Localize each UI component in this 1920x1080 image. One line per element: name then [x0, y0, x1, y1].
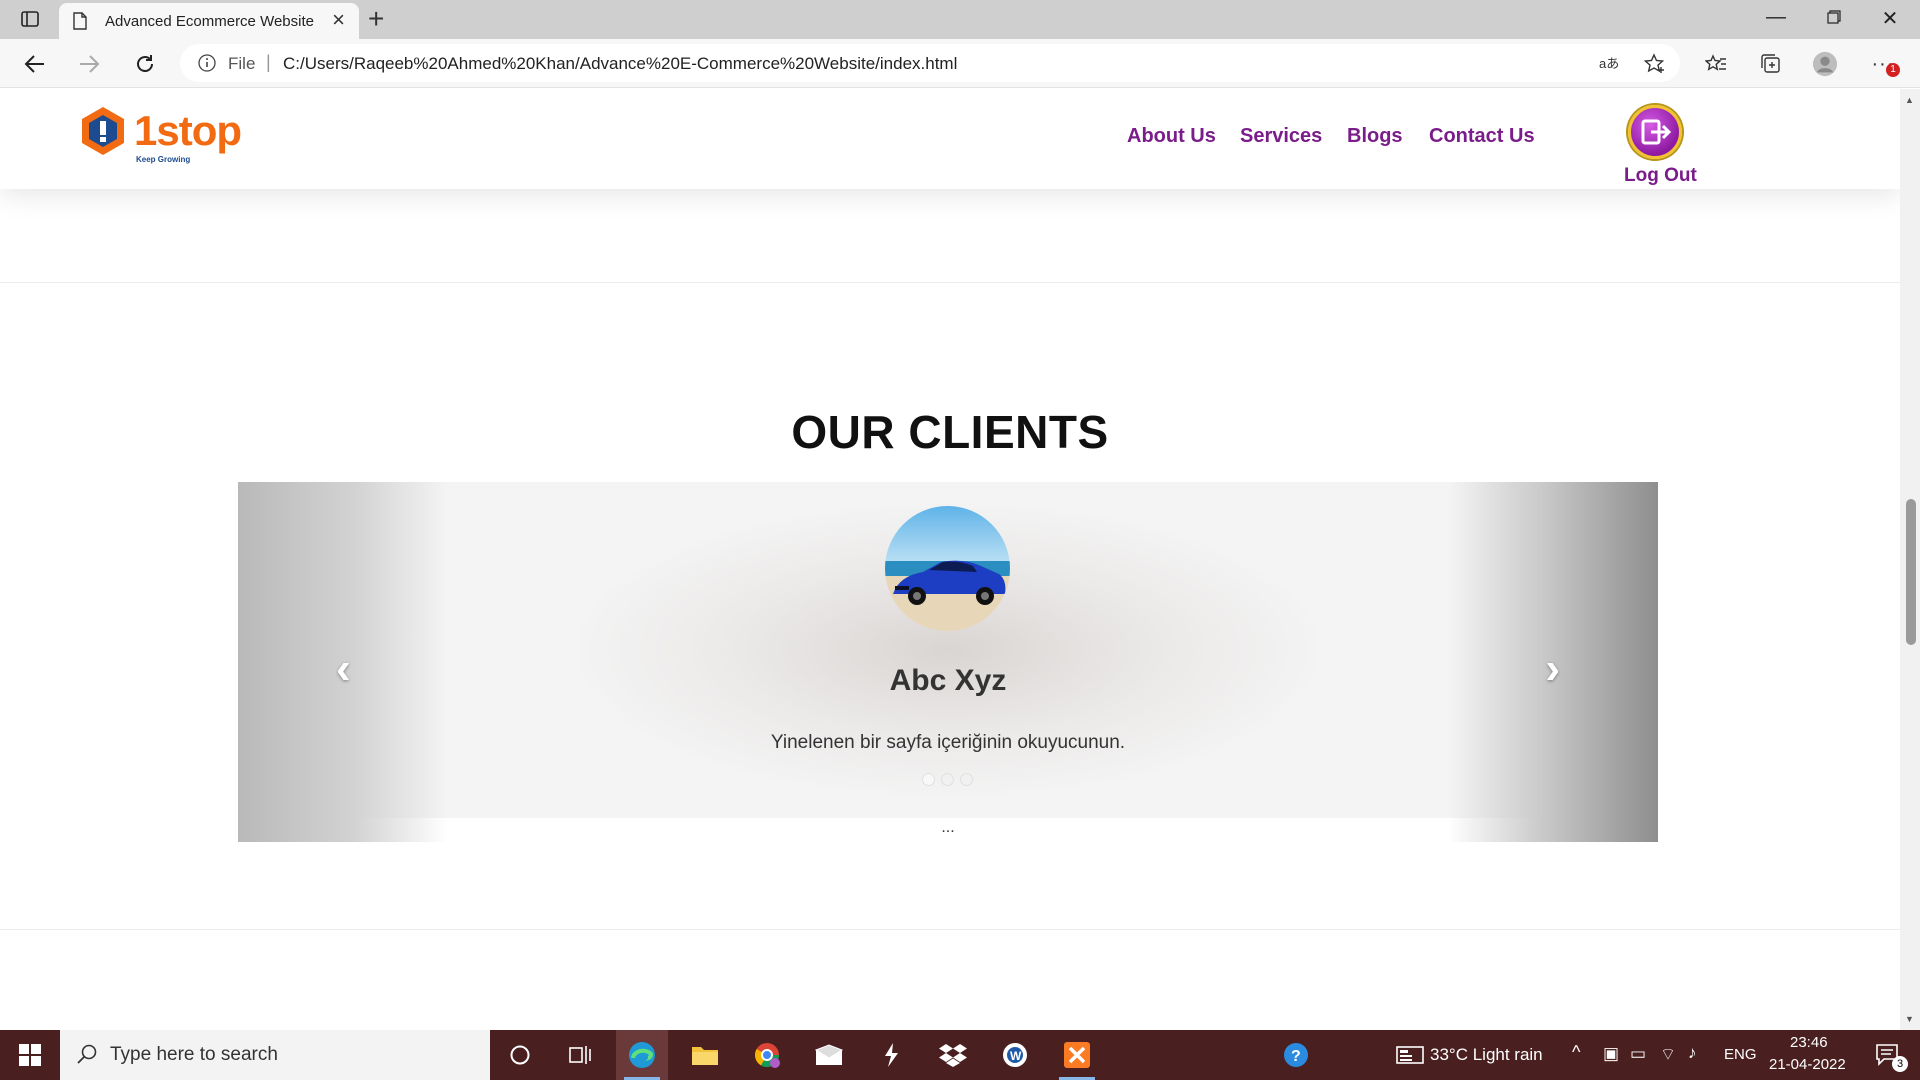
carousel-more-text: ...: [941, 819, 955, 836]
logo-tagline: Keep Growing: [136, 155, 191, 164]
back-arrow-icon[interactable]: [20, 49, 50, 79]
wifi-icon[interactable]: ⌔: [1660, 1044, 1676, 1065]
profile-avatar-icon[interactable]: [1812, 51, 1838, 77]
client-name: Abc Xyz: [889, 664, 1007, 697]
tab-title: Advanced Ecommerce Website: [105, 13, 314, 30]
scroll-down-icon[interactable]: ▼: [1905, 1014, 1914, 1024]
xampp-icon[interactable]: [1051, 1030, 1103, 1080]
address-toolbar: File | C:/Users/Raqeeb%20Ahmed%20Khan/Ad…: [0, 39, 1920, 88]
bolt-app-icon[interactable]: [865, 1030, 917, 1080]
section-divider: [0, 929, 1900, 930]
carousel-indicators: [922, 773, 973, 786]
carousel-indicator-2[interactable]: [941, 773, 954, 786]
page-scrollbar[interactable]: ▲ ▼: [1900, 89, 1920, 1030]
add-favorite-icon[interactable]: [1642, 51, 1668, 77]
logout-label[interactable]: Log Out: [1624, 165, 1697, 187]
browser-tab-bar: Advanced Ecommerce Website × + — ✕: [0, 0, 1920, 39]
read-aloud-icon[interactable]: aあ: [1597, 51, 1623, 77]
word-app-icon[interactable]: W: [989, 1030, 1041, 1080]
logout-button[interactable]: [1628, 105, 1682, 159]
carousel-indicator-3[interactable]: [960, 773, 973, 786]
document-icon: [73, 12, 87, 35]
page-viewport: 1stop Keep Growing About Us Services Blo…: [0, 89, 1900, 1030]
forward-arrow-icon[interactable]: [74, 49, 104, 79]
address-bar[interactable]: File | C:/Users/Raqeeb%20Ahmed%20Khan/Ad…: [180, 44, 1680, 82]
tab-actions-icon[interactable]: [20, 9, 40, 29]
client-avatar: [885, 506, 1010, 631]
battery-icon[interactable]: ▭: [1630, 1044, 1646, 1064]
logo-text: 1stop: [134, 107, 242, 154]
file-explorer-icon[interactable]: [679, 1030, 731, 1080]
browser-tab[interactable]: Advanced Ecommerce Website ×: [59, 3, 359, 39]
minimize-button[interactable]: —: [1756, 6, 1796, 29]
clock-date[interactable]: 21-04-2022: [1769, 1056, 1846, 1073]
chrome-icon[interactable]: [741, 1030, 793, 1080]
search-placeholder: Type here to search: [110, 1044, 278, 1065]
weather-icon[interactable]: [1384, 1030, 1436, 1080]
more-menu-icon[interactable]: ··· 1: [1870, 51, 1900, 77]
scroll-up-icon[interactable]: ▲: [1905, 95, 1914, 105]
language-indicator[interactable]: ENG: [1724, 1046, 1757, 1063]
collections-icon[interactable]: [1758, 51, 1784, 77]
notifications-icon[interactable]: 3: [1862, 1030, 1914, 1080]
url-text[interactable]: C:/Users/Raqeeb%20Ahmed%20Khan/Advance%2…: [283, 54, 957, 74]
close-window-button[interactable]: ✕: [1870, 6, 1910, 31]
dropbox-icon[interactable]: [927, 1030, 979, 1080]
site-logo[interactable]: 1stop Keep Growing: [78, 103, 242, 164]
nav-services[interactable]: Services: [1240, 125, 1322, 148]
taskbar-search-box[interactable]: Type here to search: [60, 1030, 490, 1080]
device-icon[interactable]: ▣: [1603, 1044, 1619, 1064]
nav-contact-us[interactable]: Contact Us: [1429, 125, 1535, 148]
close-tab-icon[interactable]: ×: [332, 9, 345, 31]
svg-text:W: W: [1010, 1049, 1022, 1063]
windows-taskbar: Type here to search W ? 33°C Light rain …: [0, 1030, 1920, 1080]
windows-start-icon[interactable]: [4, 1030, 56, 1080]
site-header: 1stop Keep Growing About Us Services Blo…: [0, 89, 1900, 189]
client-testimonial: Yinelenen bir sayfa içeriğinin okuyucunu…: [770, 732, 1126, 753]
edge-browser-icon[interactable]: [616, 1030, 668, 1080]
notifications-count: 3: [1892, 1056, 1908, 1072]
carousel-next-button[interactable]: ›: [1448, 482, 1658, 842]
clients-carousel: Abc Xyz Yinelenen bir sayfa içeriğinin o…: [238, 482, 1658, 842]
url-separator: |: [266, 52, 271, 72]
refresh-icon[interactable]: [130, 49, 160, 79]
carousel-indicator-1[interactable]: [922, 773, 935, 786]
clock-time[interactable]: 23:46: [1790, 1034, 1828, 1051]
logo-hexagon-icon: [82, 107, 124, 155]
logout-icon: [1641, 119, 1672, 145]
mail-icon[interactable]: [803, 1030, 855, 1080]
carousel-prev-button[interactable]: ‹: [238, 482, 448, 842]
extensions-badge: 1: [1886, 63, 1900, 77]
search-icon: [76, 1043, 98, 1070]
cortana-icon[interactable]: [494, 1030, 546, 1080]
scroll-thumb[interactable]: [1906, 499, 1916, 645]
weather-text[interactable]: 33°C Light rain: [1430, 1045, 1543, 1065]
favorites-icon[interactable]: [1703, 51, 1729, 77]
chevron-up-icon[interactable]: ^: [1572, 1042, 1580, 1063]
nav-blogs[interactable]: Blogs: [1347, 125, 1403, 148]
svg-text:?: ?: [1291, 1048, 1301, 1065]
clients-section-title: OUR CLIENTS: [791, 406, 1109, 458]
task-view-icon[interactable]: [554, 1030, 606, 1080]
chevron-right-icon: ›: [1545, 644, 1560, 693]
svg-text:aあ: aあ: [1599, 56, 1619, 71]
nav-about-us[interactable]: About Us: [1127, 125, 1216, 148]
volume-icon[interactable]: ♪: [1688, 1043, 1697, 1063]
help-icon[interactable]: ?: [1270, 1030, 1322, 1080]
restore-button[interactable]: [1814, 6, 1854, 30]
info-icon[interactable]: [198, 54, 216, 77]
section-divider: [0, 282, 1900, 283]
chevron-left-icon: ‹: [336, 644, 351, 693]
new-tab-button[interactable]: +: [368, 3, 384, 35]
url-scheme: File: [228, 54, 256, 73]
